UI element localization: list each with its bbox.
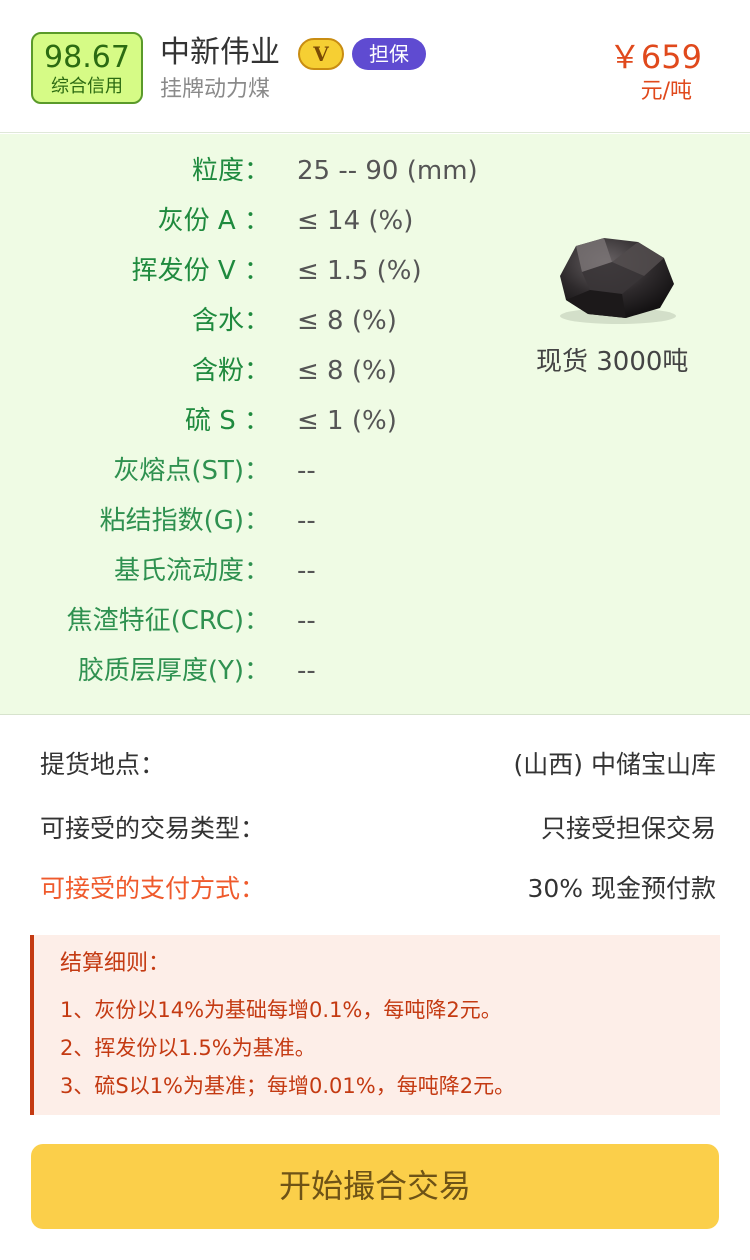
credit-score-label: 综合信用	[51, 76, 123, 97]
spec-row-caking-index: 粘结指数(G)： --	[0, 501, 520, 541]
spec-row-crc: 焦渣特征(CRC)： --	[0, 601, 520, 641]
spec-row-granularity: 粒度： 25 -- 90 (mm)	[0, 151, 520, 191]
spec-value: --	[297, 456, 316, 486]
spec-row-fluidity: 基氏流动度： --	[0, 551, 520, 591]
spec-label: 粒度：	[191, 156, 270, 186]
spec-label: 含粉：	[191, 356, 270, 386]
spec-value: ≤ 1 (%)	[297, 406, 397, 436]
company-name[interactable]: 中新伟业	[160, 34, 280, 72]
settlement-note-line: 1、灰份以14%为基础每增0.1%，每吨降2元。	[60, 998, 502, 1022]
spec-label: 硫 S ：	[184, 406, 270, 436]
settlement-notes-title: 结算细则：	[60, 951, 171, 976]
start-matching-button[interactable]: 开始撮合交易	[31, 1144, 719, 1229]
spec-row-volatile: 挥发份 V ： ≤ 1.5 (%)	[0, 251, 520, 291]
listing-header: 98.67 综合信用 中新伟业 V 担保 挂牌动力煤 ￥659 元/吨	[0, 0, 750, 133]
price-value: ￥659	[608, 38, 702, 76]
payment-label: 可接受的支付方式：	[40, 874, 266, 903]
spec-value: ≤ 14 (%)	[297, 206, 414, 236]
spec-label: 粘结指数(G)：	[99, 506, 270, 536]
spec-label: 含水：	[191, 306, 270, 336]
pickup-label: 提货地点：	[40, 750, 166, 779]
pickup-value: (山西) 中储宝山库	[513, 750, 716, 779]
spec-value: --	[297, 556, 316, 586]
payment-value: 30% 现金预付款	[527, 874, 716, 903]
credit-score-value: 98.67	[44, 40, 130, 75]
spec-row-fines: 含粉： ≤ 8 (%)	[0, 351, 520, 391]
spec-value: ≤ 1.5 (%)	[297, 256, 422, 286]
credit-score-badge: 98.67 综合信用	[31, 32, 143, 104]
info-row-pickup: 提货地点： (山西) 中储宝山库	[0, 745, 750, 785]
spec-value: ≤ 8 (%)	[297, 356, 397, 386]
spec-label: 基氏流动度：	[113, 556, 270, 586]
info-row-trade-type: 可接受的交易类型： 只接受担保交易	[0, 809, 750, 849]
trade-type-label: 可接受的交易类型：	[40, 814, 266, 843]
info-row-payment: 可接受的支付方式： 30% 现金预付款	[0, 869, 750, 909]
settlement-notes: 结算细则： 1、灰份以14%为基础每增0.1%，每吨降2元。 2、挥发份以1.5…	[30, 935, 720, 1115]
spec-value: 25 -- 90 (mm)	[297, 156, 478, 186]
guarantee-badge: 担保	[352, 38, 426, 70]
settlement-note-line: 2、挥发份以1.5%为基准。	[60, 1036, 316, 1060]
spec-label: 挥发份 V ：	[131, 256, 270, 286]
spec-row-moisture: 含水： ≤ 8 (%)	[0, 301, 520, 341]
price-unit: 元/吨	[640, 79, 692, 104]
coal-specs-panel: 粒度： 25 -- 90 (mm) 灰份 A ： ≤ 14 (%) 挥发份 V …	[0, 134, 750, 715]
stock-quantity: 现货 3000吨	[536, 347, 689, 377]
spec-label: 焦渣特征(CRC)：	[66, 606, 270, 636]
spec-label: 灰熔点(ST)：	[113, 456, 270, 486]
spec-value: ≤ 8 (%)	[297, 306, 397, 336]
verified-badge: V	[298, 38, 344, 70]
listing-subtitle: 挂牌动力煤	[160, 77, 271, 102]
spec-value: --	[297, 606, 316, 636]
spec-row-ash: 灰份 A ： ≤ 14 (%)	[0, 201, 520, 241]
spec-value: --	[297, 656, 316, 686]
spec-row-plastometric: 胶质层厚度(Y)： --	[0, 651, 520, 691]
settlement-note-line: 3、硫S以1%为基准；每增0.01%，每吨降2元。	[60, 1074, 516, 1098]
spec-row-ash-fusion: 灰熔点(ST)： --	[0, 451, 520, 491]
spec-value: --	[297, 506, 316, 536]
spec-label: 胶质层厚度(Y)：	[77, 656, 270, 686]
spec-row-sulfur: 硫 S ： ≤ 1 (%)	[0, 401, 520, 441]
trade-type-value: 只接受担保交易	[540, 814, 716, 843]
spec-label: 灰份 A ：	[157, 206, 270, 236]
coal-image	[560, 238, 676, 324]
